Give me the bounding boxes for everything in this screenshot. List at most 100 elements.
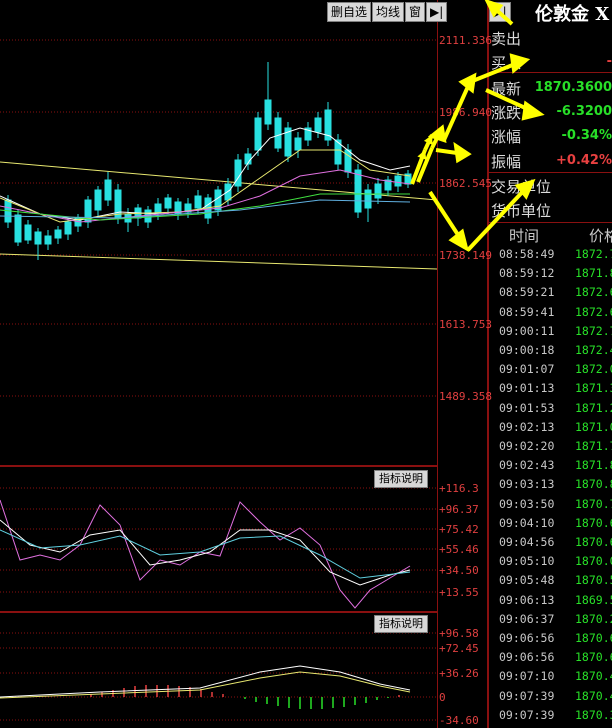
tick-time: 09:05:10 — [499, 554, 555, 569]
quote-row: 交易单位 — [489, 174, 612, 198]
window-button[interactable]: 窗 — [405, 2, 426, 22]
chart-toolbar: 删自选 均线 窗 ▶| — [326, 2, 448, 22]
tick-price: 1870.6 — [575, 631, 612, 645]
ticks-header: 时间 价格 — [489, 224, 612, 245]
indicator2-help-button[interactable]: 指标说明 — [374, 615, 428, 633]
tick-time: 09:02:43 — [499, 458, 555, 473]
tick-row: 09:05:48 1870.5 — [489, 573, 612, 589]
annotation-arrow — [435, 148, 465, 156]
quote-label: 卖出 — [491, 30, 522, 48]
indicator2-axis-tick-label: +36.26 — [439, 667, 479, 680]
quote-value: - — [606, 54, 612, 69]
tick-price: 1871.7 — [575, 439, 612, 453]
tick-row: 09:04:10 1870.6 — [489, 516, 612, 532]
tick-time: 09:00:18 — [499, 343, 555, 357]
tick-time: 08:59:41 — [499, 304, 555, 319]
candle-body — [314, 117, 322, 133]
moving-average-button[interactable]: 均线 — [372, 2, 405, 22]
tick-time: 09:07:39 — [499, 707, 555, 722]
tick-row: 09:00:11 1872.7 — [489, 324, 612, 340]
quote-label: 买入 — [491, 54, 522, 72]
candle-body — [94, 189, 102, 211]
tick-row: 09:02:13 1871.0 — [489, 420, 612, 436]
tick-time: 09:04:10 — [499, 515, 555, 530]
quote-label: 涨跌 — [491, 104, 522, 122]
indicator1-help-button[interactable]: 指标说明 — [374, 470, 428, 488]
panel-separator — [489, 172, 612, 173]
tick-price: 1870.4 — [575, 669, 612, 684]
tick-price: 1870.3 — [575, 707, 612, 722]
quote-label: 最新 — [491, 80, 522, 98]
tick-row: 09:07:39 1870.4 — [489, 689, 612, 705]
indicator2-axis-tick-label: -34.60 — [439, 714, 479, 727]
time-column-header: 时间 — [509, 227, 540, 245]
tick-price: 1871.3 — [575, 381, 612, 396]
tick-row: 08:59:12 1871.8 — [489, 266, 612, 282]
quote-label: 货币单位 — [491, 202, 552, 220]
quote-label: 涨幅 — [491, 128, 522, 146]
price-column-header: 价格 — [589, 227, 612, 245]
tick-price: 1872.6 — [575, 304, 612, 319]
tick-time: 09:02:13 — [499, 419, 555, 434]
tick-row: 09:06:13 1869.5 — [489, 593, 612, 609]
tick-row: 09:02:20 1871.7 — [489, 439, 612, 455]
panel-title-bar: ▶| 伦敦金 X — [489, 0, 612, 25]
quote-value: +0.42% — [556, 153, 612, 168]
tick-row: 09:03:13 1870.8 — [489, 477, 612, 493]
tick-time: 09:06:13 — [499, 592, 555, 607]
quote-label: 振幅 — [491, 153, 522, 171]
annotation-arrowhead — [453, 141, 472, 164]
indicator2-axis-tick-label: +72.45 — [439, 642, 479, 655]
indicator1-axis-tick-label: +55.46 — [439, 543, 479, 556]
price-axis-tick-label: 1986.940 — [439, 106, 492, 119]
price-axis-tick-label: 1738.149 — [439, 249, 492, 262]
price-axis-tick-label: 1613.753 — [439, 318, 492, 331]
indicator2-axis-tick-label: +96.58 — [439, 627, 479, 640]
candle-body — [44, 235, 52, 245]
tick-row: 08:59:21 1872.6 — [489, 285, 612, 301]
tick-price: 1870.6 — [575, 515, 612, 530]
tick-time: 09:04:56 — [499, 535, 555, 549]
tick-price: 1870.7 — [575, 496, 612, 511]
price-axis-tick-label: 1862.545 — [439, 177, 492, 190]
candle-body — [14, 214, 22, 243]
tick-price: 1871.2 — [575, 400, 612, 415]
axis-divider — [437, 0, 438, 728]
price-axis-tick-label: 1489.358 — [439, 390, 492, 403]
tick-price: 1872.4 — [575, 343, 612, 357]
macd-line — [0, 665, 411, 698]
pin-icon[interactable]: ▶| — [489, 2, 511, 22]
tick-row: 09:01:07 1872.0 — [489, 362, 612, 378]
tick-row: 09:06:56 1870.6 — [489, 631, 612, 647]
instrument-name: 伦敦金 X — [535, 4, 610, 25]
candle-body — [164, 197, 172, 209]
pin-icon[interactable]: ▶| — [426, 2, 448, 22]
candle-body — [54, 229, 62, 239]
quote-row: 涨跌 -6.3200 — [489, 100, 612, 124]
tick-time: 09:06:37 — [499, 611, 555, 626]
indicator1-axis-tick-label: +34.50 — [439, 564, 479, 577]
candlestick-chart-area[interactable] — [0, 0, 437, 728]
candle-body — [354, 169, 362, 213]
tick-row: 09:02:43 1871.8 — [489, 458, 612, 474]
tick-price: 1871.8 — [575, 458, 612, 473]
tick-time: 09:07:39 — [499, 688, 555, 703]
candle-body — [64, 221, 72, 235]
candle-body — [254, 117, 262, 151]
price-chart-svg — [0, 39, 437, 721]
quote-value: -0.34% — [561, 128, 612, 143]
quote-panel: ▶| 伦敦金 X 卖出买入 - 最新 1870.3600 涨跌 -6.3200 涨幅 -0.3… — [489, 0, 612, 728]
panel-separator — [489, 222, 612, 223]
delete-watchlist-button[interactable]: 删自选 — [327, 2, 372, 22]
tick-time: 09:03:13 — [499, 477, 555, 492]
candle-body — [344, 149, 352, 173]
tick-row: 09:06:56 1870.6 — [489, 650, 612, 666]
candle-body — [394, 175, 402, 187]
tick-row: 08:59:41 1872.6 — [489, 305, 612, 321]
tick-time: 09:06:56 — [499, 650, 555, 665]
quote-value: 1870.3600 — [534, 80, 612, 95]
tick-price: 1870.4 — [575, 688, 612, 703]
tick-price: 1870.6 — [575, 650, 612, 665]
tick-price: 1872.6 — [575, 285, 612, 300]
candle-body — [294, 137, 302, 151]
